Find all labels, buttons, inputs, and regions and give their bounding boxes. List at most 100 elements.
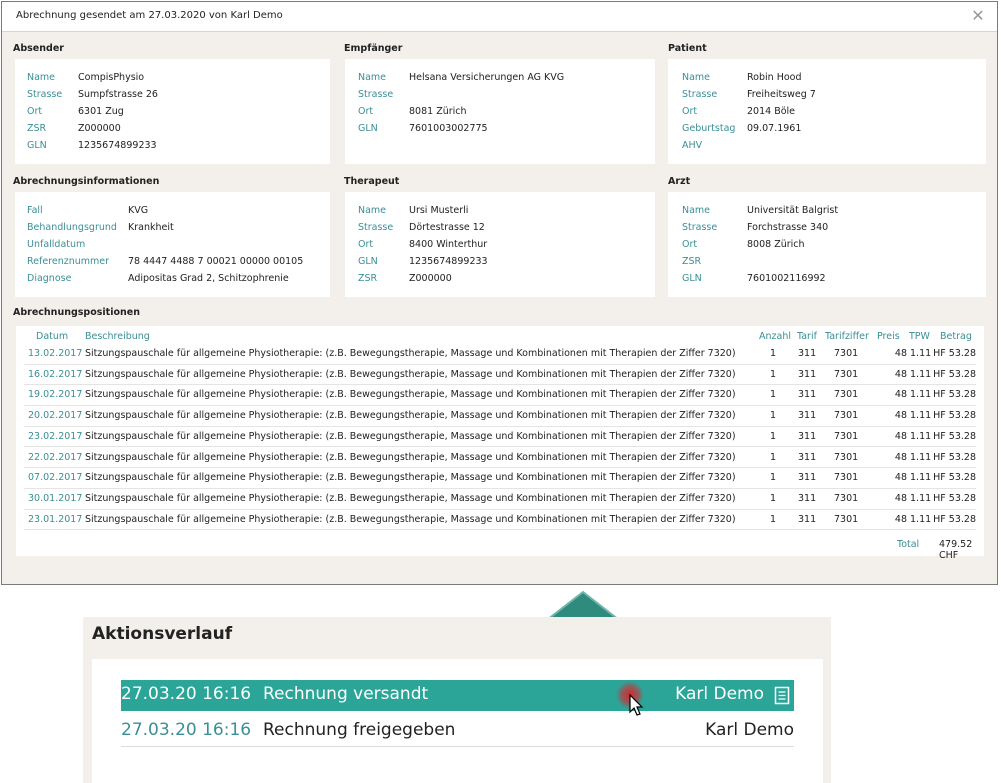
cell-preis: 48 xyxy=(894,368,907,380)
col-beschreibung: Beschreibung xyxy=(85,331,150,342)
field-label: Ort xyxy=(358,239,374,250)
field-label: ZSR xyxy=(27,123,47,134)
cell-tarif: 311 xyxy=(798,492,817,504)
cell-betrag: 53.28 CHF xyxy=(934,451,976,463)
billing-dialog: Abrechnung gesendet am 27.03.2020 von Ka… xyxy=(1,1,998,585)
section-title-therapeut: Therapeut xyxy=(344,176,400,187)
field-label: Ort xyxy=(682,239,698,250)
card-absender xyxy=(15,59,330,164)
field-label: Name xyxy=(682,72,711,83)
cell-datum[interactable]: 30.01.2017 xyxy=(28,493,82,504)
table-row: 19.02.2017 Sitzungspauschale für allgeme… xyxy=(24,385,976,407)
cell-datum[interactable]: 16.02.2017 xyxy=(28,369,82,380)
field-label: GLN xyxy=(682,273,702,284)
col-tarif: Tarif xyxy=(797,331,817,342)
mouse-cursor-icon xyxy=(616,681,644,716)
cell-tarifziffer: 7301 xyxy=(834,472,859,484)
cell-anzahl: 1 xyxy=(769,430,776,442)
cell-preis: 48 xyxy=(894,389,907,401)
col-datum: Datum xyxy=(36,331,69,342)
table-row: 23.02.2017 Sitzungspauschale für allgeme… xyxy=(24,427,976,448)
field-value: 7601003002775 xyxy=(409,123,488,134)
history-entry-sent[interactable]: 27.03.20 16:16 Rechnung versandt Karl De… xyxy=(121,680,794,711)
cell-beschreibung: Sitzungspauschale für allgemeine Physiot… xyxy=(85,513,736,525)
total-value: 479.52 CHF xyxy=(939,539,973,561)
cell-datum[interactable]: 23.01.2017 xyxy=(28,514,82,525)
history-action: Rechnung versandt xyxy=(263,684,429,704)
cell-tarifziffer: 7301 xyxy=(834,410,859,422)
history-user: Karl Demo xyxy=(705,720,794,740)
section-title-abrechnung: Abrechnungsinformationen xyxy=(13,176,160,187)
field-value: 7601002116992 xyxy=(747,273,826,284)
cell-beschreibung: Sitzungspauschale für allgemeine Physiot… xyxy=(85,492,736,504)
field-value: 1235674899233 xyxy=(409,256,488,267)
field-label: GLN xyxy=(358,123,378,134)
history-action: Rechnung freigegeben xyxy=(263,720,456,740)
cell-tarif: 311 xyxy=(798,410,817,422)
field-label: Diagnose xyxy=(27,273,72,284)
cell-datum[interactable]: 20.02.2017 xyxy=(28,410,82,421)
cell-tpw: 1.11 xyxy=(910,368,932,380)
history-list: 27.03.20 16:16 Rechnung versandt Karl De… xyxy=(92,659,823,783)
field-label: GLN xyxy=(358,256,378,267)
cell-beschreibung: Sitzungspauschale für allgemeine Physiot… xyxy=(85,472,736,484)
field-label: Strasse xyxy=(358,222,394,233)
field-label: Name xyxy=(358,205,387,216)
field-value: Sumpfstrasse 26 xyxy=(78,89,158,100)
field-value: KVG xyxy=(128,205,149,216)
cell-betrag: 53.28 CHF xyxy=(934,348,976,359)
close-button[interactable]: ✕ xyxy=(967,5,989,27)
cell-tarif: 311 xyxy=(798,389,817,401)
field-value: Forchstrasse 340 xyxy=(747,222,829,233)
field-value: Z000000 xyxy=(409,273,452,284)
history-entry-approved[interactable]: 27.03.20 16:16 Rechnung freigegeben Karl… xyxy=(121,716,794,747)
field-value: 78 4447 4488 7 00021 00000 00105 xyxy=(128,256,304,267)
field-label: GLN xyxy=(27,140,47,151)
col-tarifziffer: Tarifziffer xyxy=(825,331,869,342)
history-timestamp: 27.03.20 16:16 xyxy=(121,684,252,704)
cell-preis: 48 xyxy=(894,430,907,442)
table-row: 22.02.2017 Sitzungspauschale für allgeme… xyxy=(24,448,976,469)
cell-betrag: 53.28 CHF xyxy=(934,513,976,525)
field-value: 09.07.1961 xyxy=(747,123,802,134)
cell-tarif: 311 xyxy=(798,451,817,463)
table-row: 20.02.2017 Sitzungspauschale für allgeme… xyxy=(24,406,976,427)
cell-datum[interactable]: 07.02.2017 xyxy=(28,472,82,483)
section-title-empfaenger: Empfänger xyxy=(344,43,403,54)
cell-anzahl: 1 xyxy=(769,472,776,484)
cell-tarifziffer: 7301 xyxy=(834,348,859,359)
cell-anzahl: 1 xyxy=(769,389,776,401)
section-title-patient: Patient xyxy=(668,43,707,54)
field-value: 2014 Böle xyxy=(747,106,796,117)
cell-tpw: 1.11 xyxy=(910,513,932,525)
field-value: Dörtestrasse 12 xyxy=(409,222,485,233)
table-row: 16.02.2017 Sitzungspauschale für allgeme… xyxy=(24,365,976,386)
cell-betrag: 53.28 CHF xyxy=(934,389,976,401)
field-value: Z000000 xyxy=(78,123,121,134)
cell-datum[interactable]: 23.02.2017 xyxy=(28,431,82,442)
cell-anzahl: 1 xyxy=(769,513,776,525)
cell-anzahl: 1 xyxy=(769,410,776,422)
table-row: 13.02.2017 Sitzungspauschale für allgeme… xyxy=(24,344,976,365)
cell-datum[interactable]: 19.02.2017 xyxy=(28,389,82,400)
field-label: Behandlungsgrund xyxy=(27,222,117,233)
cell-preis: 48 xyxy=(894,492,907,504)
dialog-header: Abrechnung gesendet am 27.03.2020 von Ka… xyxy=(2,2,997,32)
table-row: 30.01.2017 Sitzungspauschale für allgeme… xyxy=(24,489,976,510)
cell-beschreibung: Sitzungspauschale für allgemeine Physiot… xyxy=(85,389,736,401)
section-title-absender: Absender xyxy=(13,43,64,54)
cell-tpw: 1.11 xyxy=(910,410,932,422)
col-anzahl: Anzahl xyxy=(759,331,791,342)
cell-beschreibung: Sitzungspauschale für allgemeine Physiot… xyxy=(85,451,736,463)
positions-title: Abrechnungspositionen xyxy=(13,307,140,318)
card-patient xyxy=(668,59,986,164)
cell-datum[interactable]: 13.02.2017 xyxy=(28,348,82,359)
field-label: Strasse xyxy=(682,89,718,100)
cell-tarifziffer: 7301 xyxy=(834,451,859,463)
cell-tarifziffer: 7301 xyxy=(834,430,859,442)
field-label: Name xyxy=(27,72,56,83)
field-label: Unfalldatum xyxy=(27,239,86,250)
document-icon[interactable] xyxy=(774,686,790,705)
field-label: ZSR xyxy=(358,273,378,284)
cell-datum[interactable]: 22.02.2017 xyxy=(28,452,82,463)
